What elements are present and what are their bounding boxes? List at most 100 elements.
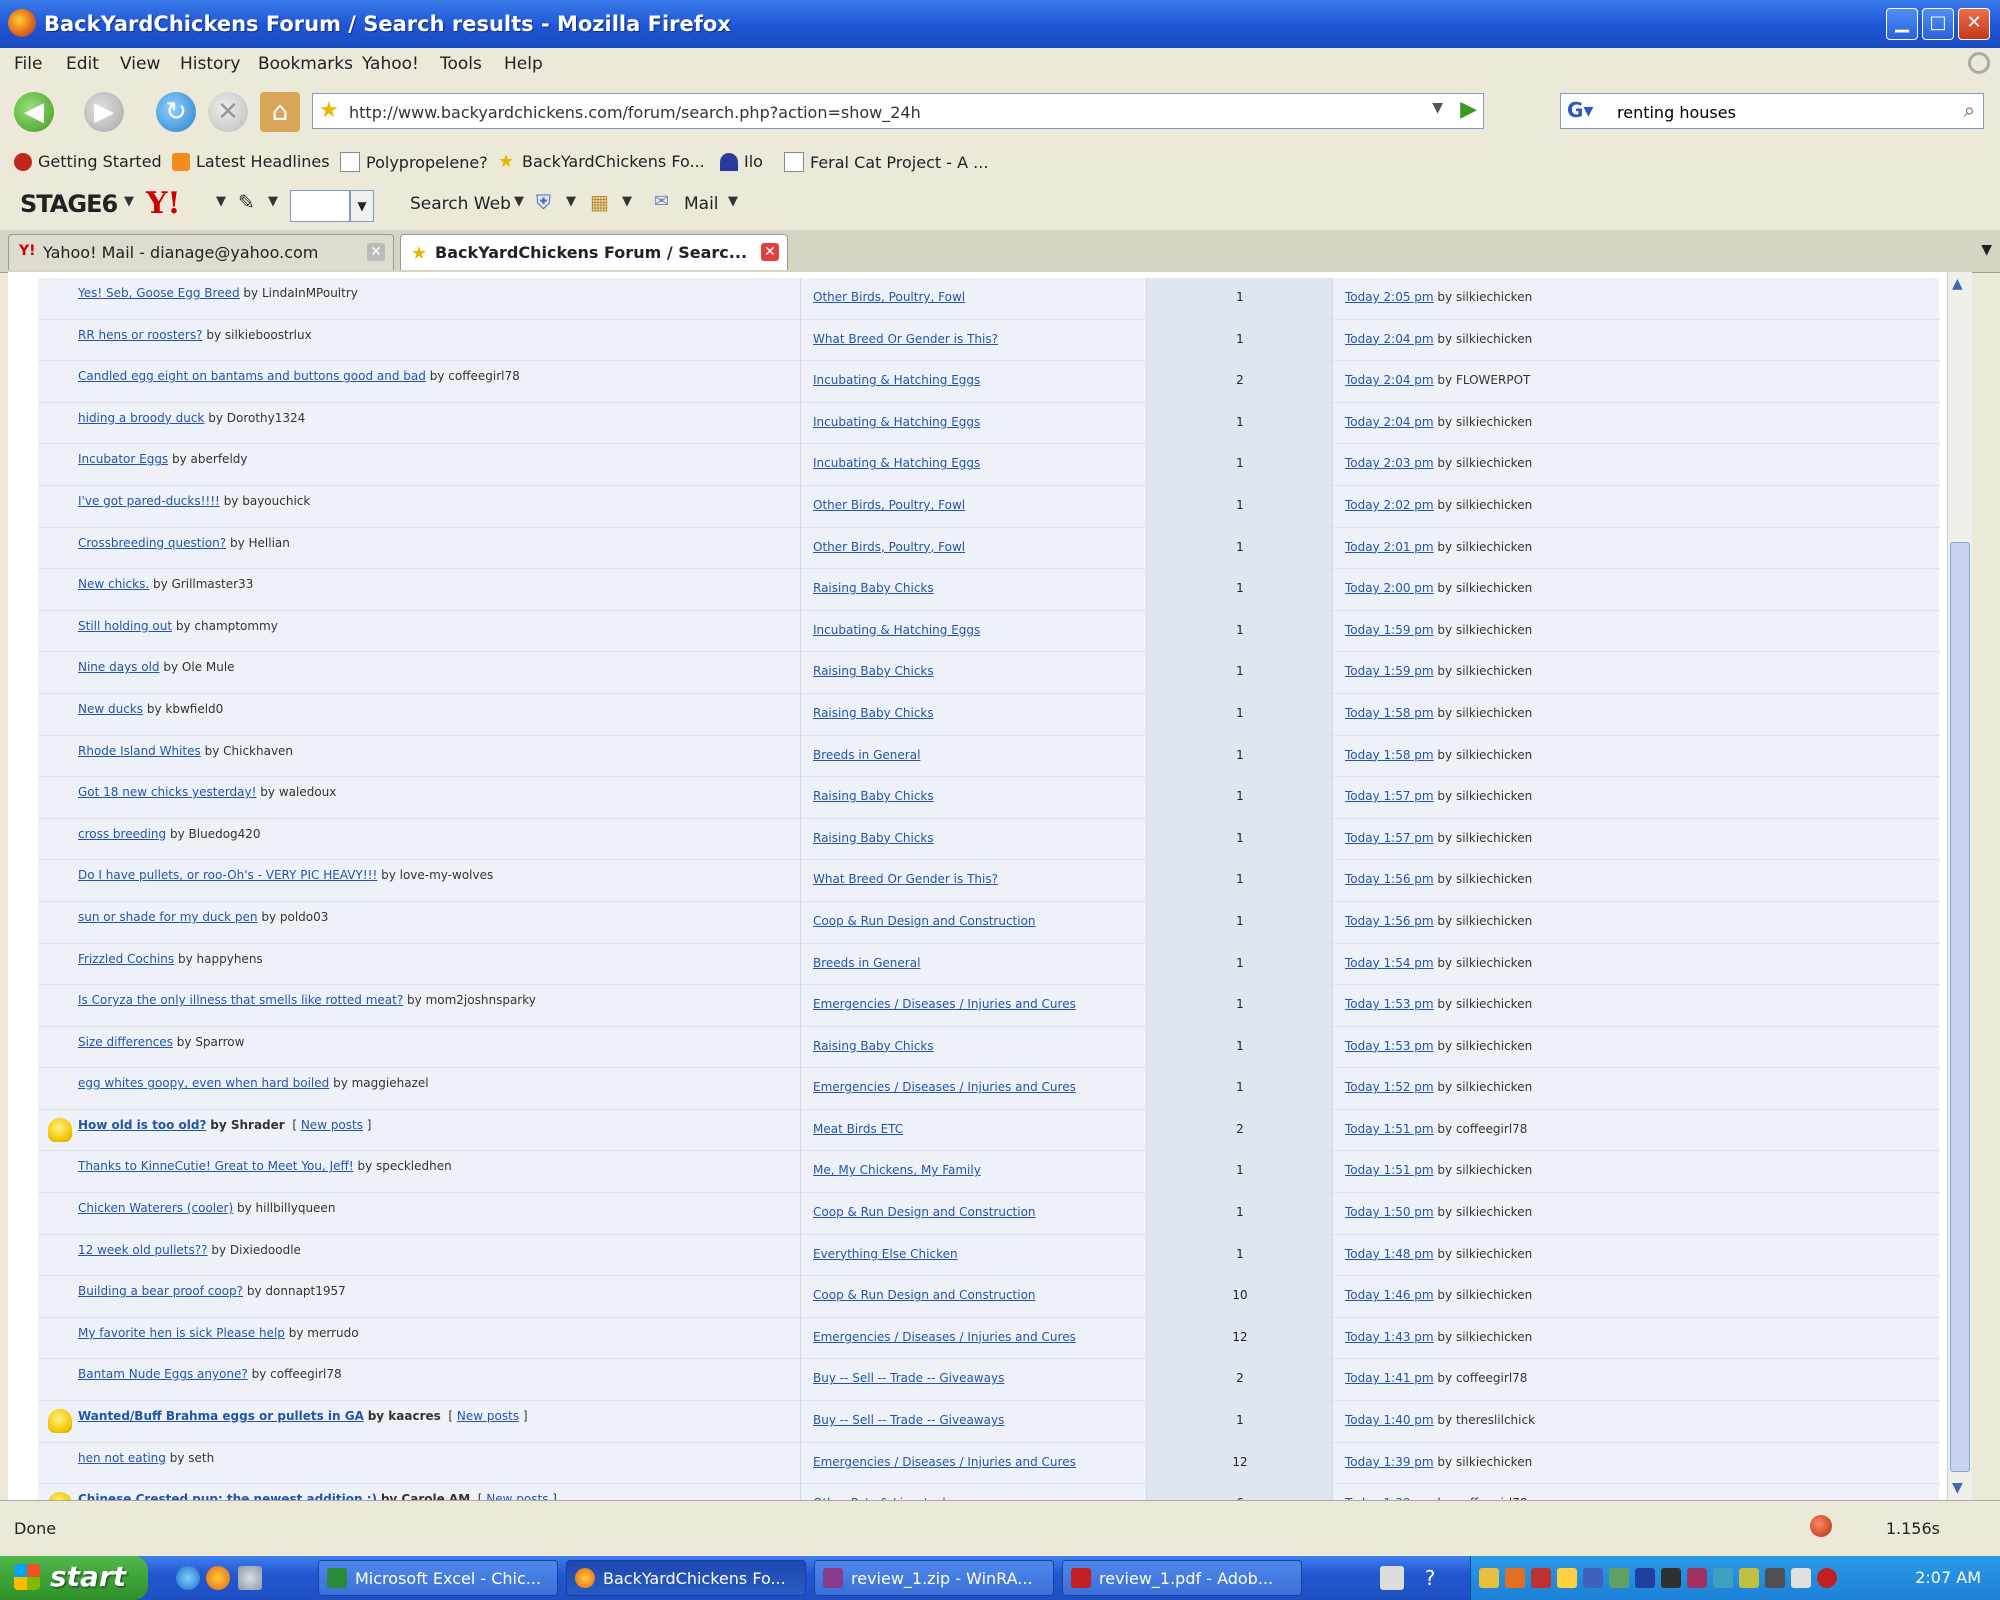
forum-link[interactable]: Breeds in General xyxy=(813,748,920,762)
tray-update-icon[interactable] xyxy=(1609,1568,1629,1588)
tab-backyardchickens[interactable]: ★ BackYardChickens Forum / Searc... ✕ xyxy=(400,234,788,270)
last-post-link[interactable]: Today 1:39 pm xyxy=(1345,1455,1434,1469)
forum-link[interactable]: Raising Baby Chicks xyxy=(813,789,934,803)
last-post-link[interactable]: Today 1:41 pm xyxy=(1345,1371,1434,1385)
url-dropdown-icon[interactable]: ▼ xyxy=(1432,100,1443,116)
search-bar[interactable]: G▾ ⌕ xyxy=(1560,93,1984,129)
scroll-down-icon[interactable]: ▼ xyxy=(1952,1480,1963,1496)
forum-link[interactable]: Emergencies / Diseases / Injuries and Cu… xyxy=(813,997,1076,1011)
topic-link[interactable]: Building a bear proof coop? xyxy=(78,1284,243,1298)
forum-link[interactable]: Incubating & Hatching Eggs xyxy=(813,456,980,470)
forum-link[interactable]: Emergencies / Diseases / Injuries and Cu… xyxy=(813,1080,1076,1094)
url-bar[interactable]: ★ ▼ ▶ xyxy=(312,93,1484,129)
bookmark-ilo[interactable]: Ilo xyxy=(720,152,763,171)
task-adobe[interactable]: review_1.pdf - Adob... xyxy=(1062,1560,1302,1596)
topic-link[interactable]: My favorite hen is sick Please help xyxy=(78,1326,285,1340)
topic-link[interactable]: Chinese Crested pup: the newest addition… xyxy=(78,1492,377,1500)
topic-link[interactable]: Thanks to KinneCutie! Great to Meet You,… xyxy=(78,1159,354,1173)
topic-link[interactable]: Candled egg eight on bantams and buttons… xyxy=(78,369,426,383)
last-post-link[interactable]: Today 1:57 pm xyxy=(1345,831,1434,845)
last-post-link[interactable]: Today 1:46 pm xyxy=(1345,1288,1434,1302)
topic-link[interactable]: Size differences xyxy=(78,1035,173,1049)
last-post-link[interactable]: Today 1:57 pm xyxy=(1345,789,1434,803)
tray-alert-icon[interactable] xyxy=(1817,1568,1837,1588)
task-firefox[interactable]: BackYardChickens Fo... xyxy=(566,1560,806,1596)
forum-link[interactable]: Coop & Run Design and Construction xyxy=(813,1288,1036,1302)
yahoo-logo[interactable]: Y! xyxy=(146,186,181,221)
keyboard-icon[interactable] xyxy=(1380,1566,1404,1590)
tray-volume-icon[interactable] xyxy=(1791,1568,1811,1588)
vertical-scrollbar[interactable]: ▲ ▼ xyxy=(1947,272,1972,1500)
topic-link[interactable]: Crossbreeding question? xyxy=(78,536,226,550)
shield-dropdown-icon[interactable]: ▼ xyxy=(566,194,576,209)
forum-link[interactable]: Incubating & Hatching Eggs xyxy=(813,415,980,429)
pencil-dropdown-icon[interactable]: ▼ xyxy=(268,194,278,209)
last-post-link[interactable]: Today 1:56 pm xyxy=(1345,872,1434,886)
last-post-link[interactable]: Today 1:56 pm xyxy=(1345,914,1434,928)
forum-link[interactable]: Other Birds, Poultry, Fowl xyxy=(813,540,965,554)
topic-link[interactable]: Frizzled Cochins xyxy=(78,952,174,966)
last-post-link[interactable]: Today 1:43 pm xyxy=(1345,1330,1434,1344)
forum-link[interactable]: Buy -- Sell -- Trade -- Giveaways xyxy=(813,1413,1004,1427)
forum-link[interactable]: Raising Baby Chicks xyxy=(813,1039,934,1053)
topic-link[interactable]: Still holding out xyxy=(78,619,172,633)
last-post-link[interactable]: Today 1:52 pm xyxy=(1345,1080,1434,1094)
mail-dropdown-icon[interactable]: ▼ xyxy=(728,194,738,209)
topic-link[interactable]: sun or shade for my duck pen xyxy=(78,910,258,924)
shield-icon[interactable]: ⛨ xyxy=(536,190,551,214)
stage6-dropdown-icon[interactable]: ▼ xyxy=(124,194,134,209)
home-button[interactable]: ⌂ xyxy=(260,92,300,132)
reload-button[interactable]: ↻ xyxy=(156,92,196,132)
tab-yahoo-mail[interactable]: Y! Yahoo! Mail - dianage@yahoo.com ✕ xyxy=(8,234,394,270)
last-post-link[interactable]: Today 2:03 pm xyxy=(1345,456,1434,470)
forum-link[interactable]: Other Birds, Poultry, Fowl xyxy=(813,498,965,512)
forum-link[interactable]: Raising Baby Chicks xyxy=(813,581,934,595)
bookmark-getting-started[interactable]: Getting Started xyxy=(14,152,162,171)
search-icon[interactable]: ⌕ xyxy=(1964,98,1975,122)
menu-file[interactable]: File xyxy=(14,54,42,74)
forum-link[interactable]: Incubating & Hatching Eggs xyxy=(813,373,980,387)
tray-shield-icon[interactable] xyxy=(1557,1568,1577,1588)
yahoo-search-dropdown-icon[interactable]: ▼ xyxy=(350,190,374,222)
tray-folder-icon[interactable] xyxy=(1479,1568,1499,1588)
new-posts-link[interactable]: New posts xyxy=(486,1492,548,1500)
topic-link[interactable]: I've got pared-ducks!!!! xyxy=(78,494,220,508)
menu-history[interactable]: History xyxy=(180,54,240,74)
last-post-link[interactable]: Today 1:40 pm xyxy=(1345,1413,1434,1427)
forum-link[interactable]: What Breed Or Gender is This? xyxy=(813,872,998,886)
topic-link[interactable]: New ducks xyxy=(78,702,143,716)
last-post-link[interactable]: Today 2:04 pm xyxy=(1345,373,1434,387)
last-post-link[interactable]: Today 1:51 pm xyxy=(1345,1122,1434,1136)
search-web-dropdown-icon[interactable]: ▼ xyxy=(514,194,524,209)
last-post-link[interactable]: Today 2:02 pm xyxy=(1345,498,1434,512)
new-posts-link[interactable]: New posts xyxy=(457,1409,519,1423)
minimize-button[interactable]: ▁ xyxy=(1886,8,1918,40)
menu-bookmarks[interactable]: Bookmarks xyxy=(258,54,353,74)
topic-link[interactable]: Wanted/Buff Brahma eggs or pullets in GA xyxy=(78,1409,364,1423)
tray-network-icon[interactable] xyxy=(1583,1568,1603,1588)
close-button[interactable]: ✕ xyxy=(1958,8,1990,40)
pencil-icon[interactable]: ✎ xyxy=(238,190,255,214)
forum-link[interactable]: Emergencies / Diseases / Injuries and Cu… xyxy=(813,1330,1076,1344)
tray-antivirus-icon[interactable] xyxy=(1531,1568,1551,1588)
firefox-quicklaunch-icon[interactable] xyxy=(206,1566,230,1590)
last-post-link[interactable]: Today 1:53 pm xyxy=(1345,997,1434,1011)
bookmark-backyardchickens[interactable]: ★ BackYardChickens Fo... xyxy=(498,152,705,171)
tray-media-icon[interactable] xyxy=(1687,1568,1707,1588)
bookmark-star-icon[interactable]: ★ xyxy=(319,98,339,123)
topic-link[interactable]: Bantam Nude Eggs anyone? xyxy=(78,1367,248,1381)
forum-link[interactable]: Breeds in General xyxy=(813,956,920,970)
tab-close-icon[interactable]: ✕ xyxy=(761,243,779,261)
mail-button[interactable]: Mail xyxy=(684,194,719,214)
topic-link[interactable]: Yes! Seb, Goose Egg Breed xyxy=(78,286,240,300)
tray-messenger-icon[interactable] xyxy=(1713,1568,1733,1588)
last-post-link[interactable]: Today 1:48 pm xyxy=(1345,1247,1434,1261)
forum-link[interactable]: Everything Else Chicken xyxy=(813,1247,958,1261)
scroll-up-icon[interactable]: ▲ xyxy=(1952,276,1963,292)
tray-bluetooth-icon[interactable] xyxy=(1635,1568,1655,1588)
forum-link[interactable]: Incubating & Hatching Eggs xyxy=(813,623,980,637)
search-web-button[interactable]: Search Web xyxy=(410,194,511,214)
start-button[interactable]: start xyxy=(0,1556,148,1600)
last-post-link[interactable]: Today 1:54 pm xyxy=(1345,956,1434,970)
desktop-quicklaunch-icon[interactable] xyxy=(238,1566,262,1590)
